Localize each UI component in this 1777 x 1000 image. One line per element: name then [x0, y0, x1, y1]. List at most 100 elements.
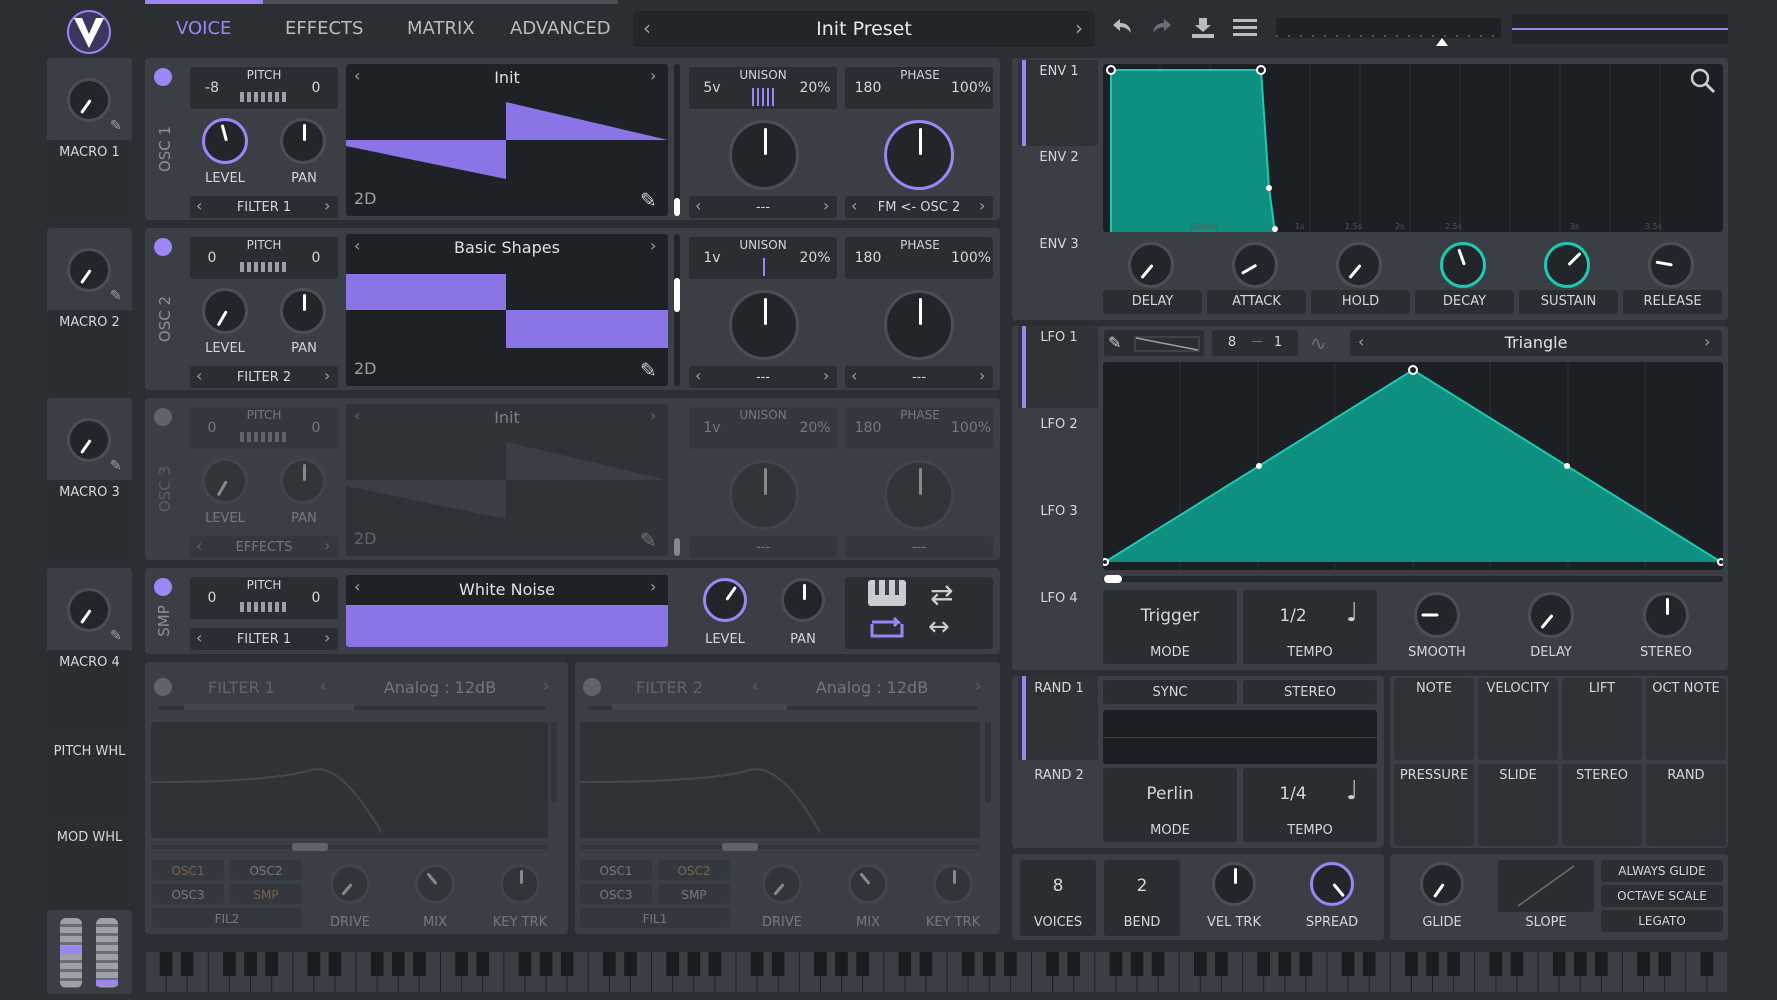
volume-handle-icon[interactable] [1436, 38, 1448, 46]
osc-2-phase-dest[interactable]: --- [845, 370, 993, 385]
vital-logo-icon[interactable] [62, 8, 116, 56]
black-key[interactable] [476, 952, 490, 976]
osc-3-wavetable-name[interactable]: Init [346, 408, 668, 427]
osc-1-frame-slider[interactable] [674, 64, 680, 216]
black-key[interactable] [1278, 952, 1292, 976]
black-key[interactable] [1426, 952, 1439, 976]
black-key[interactable] [1637, 952, 1650, 976]
osc-2-wavetable-name[interactable]: Basic Shapes [346, 238, 668, 257]
osc-1-pan-knob[interactable] [280, 118, 326, 164]
osc-3-unison-dest[interactable]: --- [689, 540, 837, 555]
filter-2-cutoff-handle[interactable] [722, 843, 758, 851]
filter-1-model-next-icon[interactable]: › [543, 676, 549, 695]
env-delay-knob[interactable] [1128, 242, 1174, 288]
black-key[interactable] [1299, 952, 1313, 976]
sample-transpose[interactable]: 0 [198, 590, 226, 606]
osc-2-phase-knob[interactable] [884, 290, 954, 360]
black-key[interactable] [560, 952, 574, 976]
osc-3-dest[interactable]: EFFECTS [190, 540, 338, 555]
filter-1-cutoff-handle[interactable] [292, 843, 328, 851]
osc-1-unison-detune[interactable]: 20% [797, 80, 833, 96]
black-key[interactable] [1004, 952, 1017, 976]
osc-3-phase[interactable]: 180 [851, 420, 885, 436]
lfo-tab-4-label[interactable]: LFO 4 [1024, 591, 1094, 606]
macro-2-knob[interactable] [67, 248, 111, 292]
osc-2-tune[interactable]: 0 [302, 250, 330, 266]
black-key[interactable] [518, 952, 532, 976]
osc-2-dest-next-icon[interactable]: › [324, 366, 330, 385]
env-attack-knob[interactable] [1232, 242, 1278, 288]
osc-2-unison-voices[interactable]: 1v [697, 250, 727, 266]
osc-3-transpose[interactable]: 0 [198, 420, 226, 436]
osc-1-unison-voices[interactable]: 5v [697, 80, 727, 96]
env-tab-1-label[interactable]: ENV 1 [1024, 64, 1094, 79]
bounce-icon[interactable]: ↔ [928, 612, 950, 642]
filter-2-drive-knob[interactable] [762, 864, 802, 904]
env-tab-3-label[interactable]: ENV 3 [1024, 237, 1094, 252]
black-key[interactable] [370, 952, 384, 976]
rand-mode-value[interactable]: Perlin [1103, 784, 1237, 804]
lfo-tab-1-label[interactable]: LFO 1 [1024, 330, 1094, 345]
osc-3-edit-wavetable-icon[interactable]: ✎ [640, 528, 657, 552]
black-key[interactable] [961, 952, 975, 976]
osc-2-dest[interactable]: FILTER 2 [190, 370, 338, 385]
osc-1-dest-next-icon[interactable]: › [324, 196, 330, 215]
lfo-mode-value[interactable]: Trigger [1103, 606, 1237, 626]
black-key[interactable] [603, 952, 616, 976]
filter-1-enable-toggle[interactable] [154, 678, 172, 696]
filter-1-cutoff-slider[interactable] [151, 845, 548, 849]
save-icon[interactable] [1190, 16, 1216, 44]
osc-1-detune-knob[interactable] [729, 120, 799, 190]
preset-name[interactable]: Init Preset [633, 18, 1095, 40]
black-key[interactable] [391, 952, 405, 976]
osc-3-frame-handle[interactable] [674, 538, 680, 556]
lfo-paint-brush-icon[interactable]: ✎ [1108, 333, 1121, 352]
osc-2-pan-knob[interactable] [280, 288, 326, 334]
osc-1-unison-dest-next-icon[interactable]: › [823, 196, 829, 215]
osc-1-transpose[interactable]: -8 [198, 80, 226, 96]
lfo-grid-x[interactable]: 8 [1220, 335, 1244, 350]
black-key[interactable] [455, 952, 468, 976]
osc-3-level-knob[interactable] [202, 458, 248, 504]
sample-dest[interactable]: FILTER 1 [190, 632, 338, 647]
filter-2-keytrack-knob[interactable] [933, 864, 973, 904]
osc-1-phase-dest-next-icon[interactable]: › [979, 196, 985, 215]
osc-2-unison-detune[interactable]: 20% [797, 250, 833, 266]
black-key[interactable] [835, 952, 848, 976]
black-key[interactable] [708, 952, 722, 976]
black-key[interactable] [1362, 952, 1376, 976]
osc-3-tune[interactable]: 0 [302, 420, 330, 436]
tab-matrix[interactable]: MATRIX [407, 18, 475, 39]
black-key[interactable] [856, 952, 869, 976]
osc-2-phase-dest-next-icon[interactable]: › [979, 366, 985, 385]
sample-dest-next-icon[interactable]: › [324, 628, 330, 647]
lfo-tab-3-label[interactable]: LFO 3 [1024, 504, 1094, 519]
filter-1-resonance-slider[interactable] [551, 722, 557, 802]
loop-icon[interactable] [868, 614, 906, 644]
osc-1-tune[interactable]: 0 [302, 80, 330, 96]
osc-1-frame-handle[interactable] [674, 198, 680, 216]
bend-value[interactable]: 2 [1104, 876, 1180, 896]
lfo-paint-shape-icon[interactable] [1134, 336, 1200, 356]
black-key[interactable] [750, 952, 764, 976]
macro-3-knob[interactable] [67, 418, 111, 462]
black-key[interactable] [1257, 952, 1270, 976]
sample-enable-toggle[interactable] [154, 578, 172, 596]
black-key[interactable] [666, 952, 679, 976]
filter-2-model[interactable]: Analog : 12dB [762, 678, 982, 697]
rand-tempo-value[interactable]: 1/4 [1243, 784, 1343, 804]
filter-1-model-prev-icon[interactable]: ‹ [320, 676, 326, 695]
envelope-zoom-search-icon[interactable] [1690, 68, 1716, 98]
env-release-knob[interactable] [1648, 242, 1694, 288]
black-key[interactable] [307, 952, 321, 976]
macro-1-edit-icon[interactable]: ✎ [110, 118, 122, 134]
lfo-tempo-sync-note-icon[interactable]: ♩ [1346, 598, 1358, 628]
osc-2-phase[interactable]: 180 [851, 250, 885, 266]
black-key[interactable] [1595, 952, 1608, 976]
macro-2-label[interactable]: MACRO 2 [47, 315, 132, 330]
osc-1-wavetable-next-icon[interactable]: › [650, 66, 656, 85]
menu-icon[interactable] [1233, 19, 1257, 41]
sample-next-icon[interactable]: › [650, 577, 656, 596]
black-key[interactable] [539, 952, 553, 976]
osc-1-phase[interactable]: 180 [851, 80, 885, 96]
